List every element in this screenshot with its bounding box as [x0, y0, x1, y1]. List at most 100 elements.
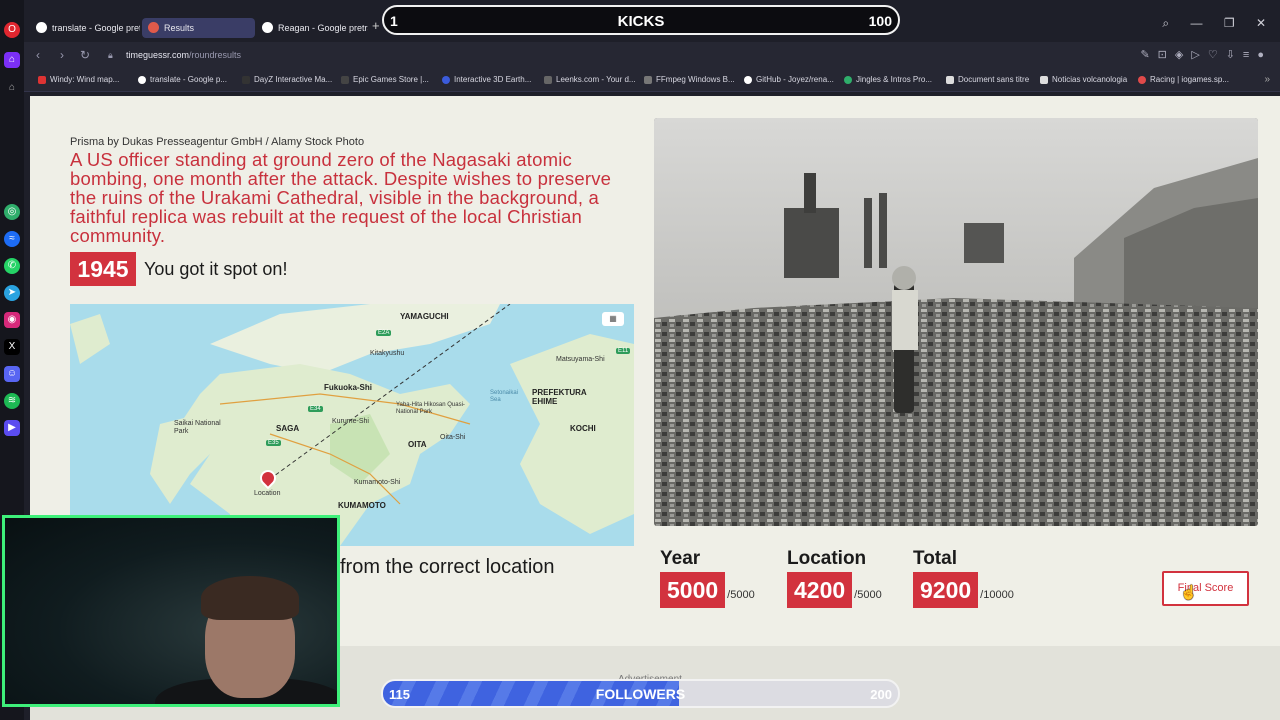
year-score: Year 5000/5000: [660, 548, 755, 608]
lock-icon: 🔒︎: [108, 50, 113, 60]
nagasaki-photo: [654, 118, 1258, 526]
bookmark-item[interactable]: Leenks.com - Your d...: [544, 75, 636, 84]
map-label: Setonaikai Sea: [490, 390, 519, 403]
search-tabs-icon[interactable]: ⌕: [1162, 16, 1169, 30]
mouse-pointer-icon: ☝: [1180, 584, 1198, 600]
google-icon: [262, 22, 273, 33]
bookmarks-more-icon[interactable]: »: [1264, 74, 1270, 85]
address-bar: ‹ › ↻ 🔒︎ timeguessr.com/roundresults ✎⊡◈…: [24, 42, 1280, 70]
streamer-hair: [201, 576, 299, 620]
player-icon[interactable]: ▶: [4, 420, 20, 436]
result-map[interactable]: YAMAGUCHI Kitakyushu Fukuoka-Shi SAGA Ku…: [70, 304, 634, 546]
bookmark-label: Noticias volcanologia: [1052, 75, 1128, 84]
messenger-icon[interactable]: ≈: [4, 231, 20, 247]
bookmark-item[interactable]: translate - Google p...: [138, 75, 227, 84]
bookmark-favicon-icon: [544, 76, 552, 84]
workspace-icon[interactable]: ⌂: [4, 52, 20, 68]
bookmark-item[interactable]: Epic Games Store |...: [341, 75, 429, 84]
shield-icon[interactable]: ◈: [1175, 49, 1191, 61]
highway-icon: E35: [266, 440, 281, 446]
map-label: Kurume-Shi: [332, 418, 369, 425]
distance-message: from the correct location: [340, 556, 555, 578]
x-icon[interactable]: X: [4, 339, 20, 355]
bookmark-item[interactable]: Document sans titre: [946, 75, 1029, 84]
bookmark-item[interactable]: GitHub - Joyez/rena...: [744, 75, 834, 84]
bookmark-item[interactable]: Interactive 3D Earth...: [442, 75, 531, 84]
location-score-title: Location: [787, 548, 867, 569]
map-label: YAMAGUCHI: [400, 312, 449, 321]
maximize-icon[interactable]: ❐: [1224, 16, 1235, 30]
back-icon[interactable]: ‹: [36, 48, 40, 62]
bookmark-favicon-icon: [38, 76, 46, 84]
download-icon[interactable]: ⇩: [1226, 49, 1243, 61]
bookmark-item[interactable]: Jingles & Intros Pro...: [844, 75, 932, 84]
tab-reagan[interactable]: Reagan - Google pretraživ: [256, 18, 368, 38]
document-icon: [1040, 76, 1048, 84]
toolbar-icons: ✎⊡◈▷♡⇩≡●: [1140, 48, 1272, 61]
bookmark-item[interactable]: FFmpeg Windows B...: [644, 75, 735, 84]
followers-goal: 200: [870, 687, 892, 702]
tab-results[interactable]: Results: [142, 18, 255, 38]
bookmarks-bar: Windy: Wind map... translate - Google p.…: [24, 70, 1280, 92]
whatsapp-icon[interactable]: ✆: [4, 258, 20, 274]
menu-icon[interactable]: ≡: [1243, 49, 1257, 61]
profile-icon[interactable]: ●: [1257, 49, 1272, 61]
bookmark-item[interactable]: Racing | iogames.sp...: [1138, 75, 1229, 84]
bookmark-favicon-icon: [138, 76, 146, 84]
camera-icon[interactable]: ⊡: [1158, 49, 1175, 61]
discord-icon[interactable]: ☺: [4, 366, 20, 382]
year-score-title: Year: [660, 548, 701, 569]
location-score: Location 4200/5000: [787, 548, 882, 608]
url-host: timeguessr.com: [126, 50, 190, 60]
bookmark-item[interactable]: Windy: Wind map...: [38, 75, 119, 84]
bookmark-favicon-icon: [644, 76, 652, 84]
round-photo: [654, 118, 1258, 526]
window-controls: ⌕ — ❐ ✕: [1144, 16, 1266, 31]
map-label: Fukuoka-Shi: [324, 383, 373, 392]
map-label: Saikai National Park: [174, 420, 221, 435]
followers-goal-bar: 115 FOLLOWERS 200: [381, 679, 900, 708]
heart-icon[interactable]: ♡: [1208, 49, 1226, 61]
followers-label: FOLLOWERS: [595, 686, 686, 702]
home-icon[interactable]: ⌂: [4, 80, 20, 96]
map-layers-icon[interactable]: ▦: [602, 312, 624, 326]
map-label: Matsuyama-Shi: [556, 356, 605, 363]
final-score-button[interactable]: Final Score: [1162, 571, 1249, 606]
github-icon: [744, 76, 752, 84]
chatgpt-icon[interactable]: ◎: [4, 204, 20, 220]
location-score-max: /5000: [854, 589, 882, 601]
year-result-message: You got it spot on!: [144, 259, 288, 279]
url-field[interactable]: timeguessr.com/roundresults: [126, 50, 241, 60]
instagram-icon[interactable]: ◉: [4, 312, 20, 328]
opera-logo-icon[interactable]: O: [4, 22, 20, 38]
bookmark-item[interactable]: DayZ Interactive Ma...: [242, 75, 332, 84]
minimize-icon[interactable]: —: [1190, 16, 1202, 30]
bookmark-label: DayZ Interactive Ma...: [254, 75, 333, 84]
reload-icon[interactable]: ↻: [80, 48, 90, 62]
tab-label: Reagan - Google pretraživ: [278, 23, 368, 33]
year-score-max: /5000: [727, 589, 755, 601]
close-icon[interactable]: ✕: [1256, 16, 1266, 30]
map-label: KOCHI: [570, 424, 596, 433]
timeguessr-icon: [148, 22, 159, 33]
tab-translate[interactable]: translate - Google pretraž: [30, 18, 140, 38]
map-label: PREFEKTURA EHIME: [532, 388, 587, 406]
url-path: /roundresults: [189, 50, 242, 60]
photo-caption: A US officer standing at ground zero of …: [70, 149, 612, 246]
telegram-icon[interactable]: ➤: [4, 285, 20, 301]
bookmark-item[interactable]: Noticias volcanologia: [1040, 75, 1127, 84]
bookmark-label: Racing | iogames.sp...: [1150, 75, 1230, 84]
tab-label: Results: [164, 23, 195, 33]
tab-label: translate - Google pretraž: [52, 23, 140, 33]
webcam-overlay: [2, 515, 340, 707]
highway-icon: E2A: [376, 330, 392, 336]
spotify-icon[interactable]: ≋: [4, 393, 20, 409]
map-label: Kumamoto-Shi: [354, 479, 401, 486]
map-label: SAGA: [276, 424, 300, 433]
google-icon: [36, 22, 47, 33]
new-tab-icon[interactable]: +: [372, 18, 380, 33]
forward-icon[interactable]: ›: [60, 48, 64, 62]
edit-icon[interactable]: ✎: [1140, 49, 1157, 61]
play-icon[interactable]: ▷: [1191, 49, 1207, 61]
highway-icon: E34: [308, 406, 323, 412]
